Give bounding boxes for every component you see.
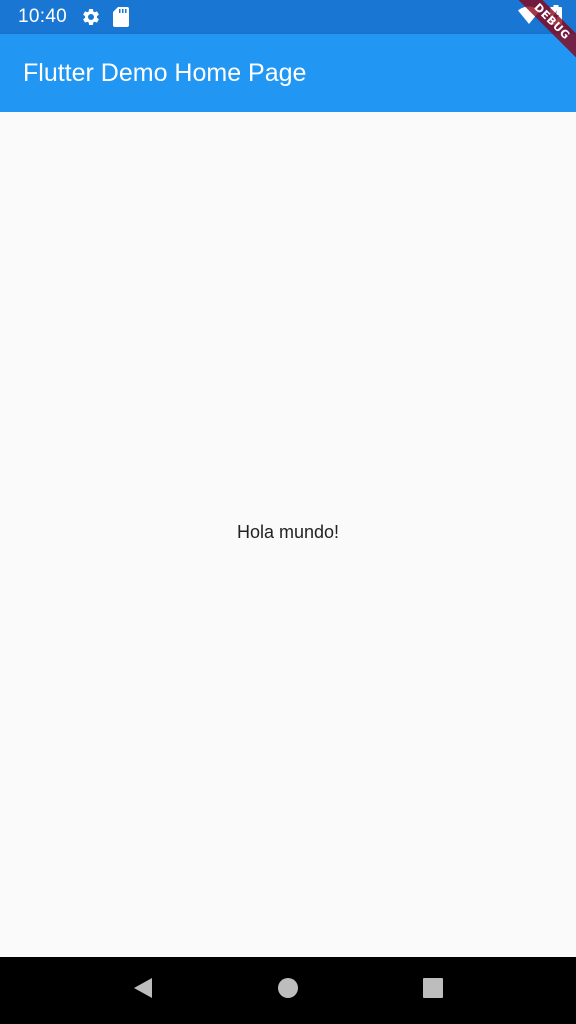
gear-icon: [81, 7, 101, 27]
back-icon: [132, 976, 154, 1005]
home-button[interactable]: [268, 971, 308, 1011]
recents-button[interactable]: [413, 971, 453, 1011]
app-bar: Flutter Demo Home Page: [0, 34, 576, 112]
home-icon: [277, 977, 299, 1004]
main-content: Hola mundo!: [0, 112, 576, 957]
sd-card-icon: [113, 7, 130, 27]
status-bar: 10:40: [0, 0, 576, 34]
app-bar-title: Flutter Demo Home Page: [23, 58, 307, 87]
navigation-bar: [0, 957, 576, 1024]
recents-icon: [422, 977, 444, 1004]
body-text: Hola mundo!: [236, 522, 340, 542]
back-button[interactable]: [123, 971, 163, 1011]
screen: 10:40 Flutter Demo Home Page DEBUG Hola …: [0, 0, 576, 1024]
status-time: 10:40: [18, 6, 68, 27]
